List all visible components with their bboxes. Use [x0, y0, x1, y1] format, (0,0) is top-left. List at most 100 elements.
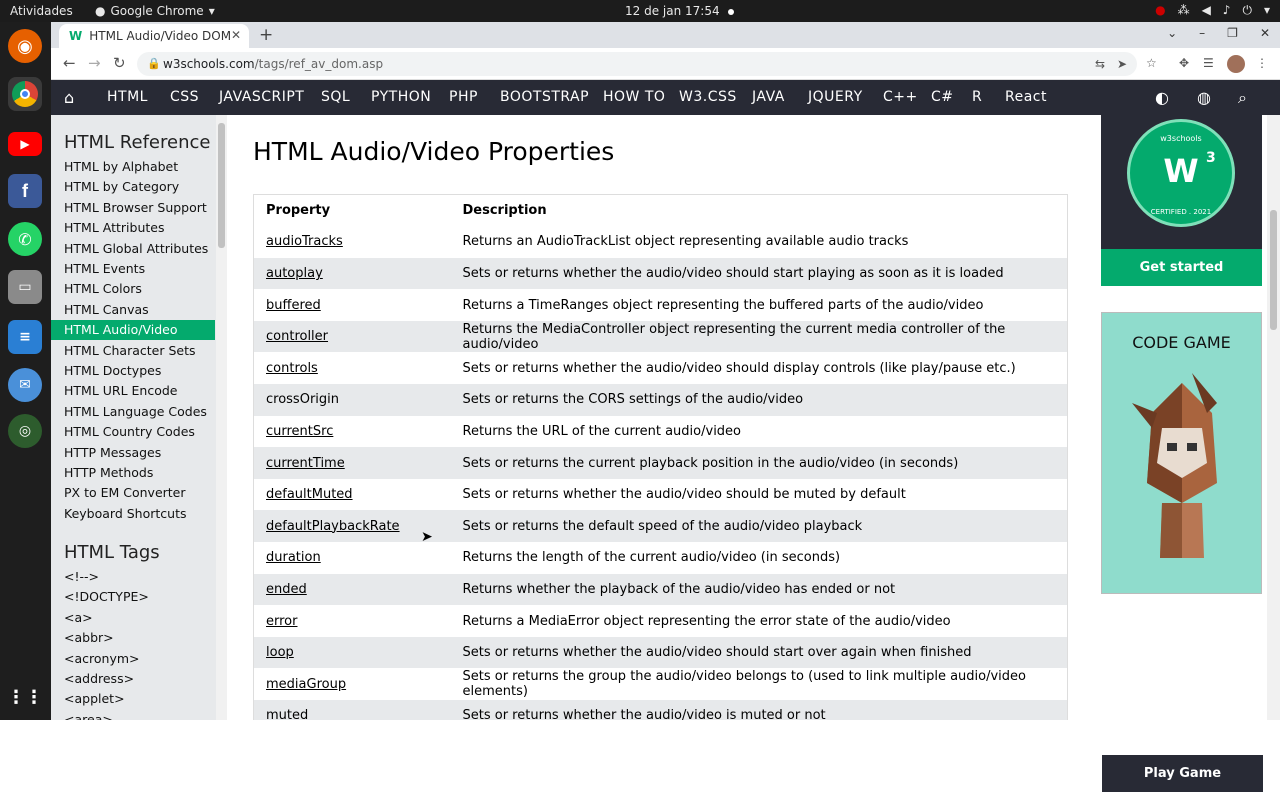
- sidebar-item[interactable]: HTML Global Attributes: [51, 239, 215, 259]
- property-link[interactable]: error: [266, 614, 297, 629]
- close-tab-icon[interactable]: ✕: [231, 28, 241, 42]
- sidebar-item[interactable]: HTML Colors: [51, 279, 215, 299]
- translate-icon[interactable]: ⇆: [1095, 52, 1105, 76]
- sidebar-item[interactable]: HTTP Messages: [51, 443, 215, 463]
- nav-cpp[interactable]: C++: [883, 80, 918, 115]
- property-link[interactable]: ended: [266, 582, 307, 597]
- sidebar-tag-item[interactable]: <!-->: [51, 567, 215, 587]
- search-icon[interactable]: ⌕: [1238, 88, 1247, 108]
- camera-icon[interactable]: ◎: [8, 414, 42, 448]
- sidebar-item[interactable]: HTML Audio/Video: [51, 320, 215, 341]
- nav-css[interactable]: CSS: [170, 80, 199, 115]
- property-link[interactable]: controls: [266, 361, 318, 376]
- property-link[interactable]: duration: [266, 550, 321, 565]
- activities-button[interactable]: Atividades: [10, 4, 73, 18]
- sidebar-item[interactable]: HTML Doctypes: [51, 361, 215, 381]
- nav-csharp[interactable]: C#: [931, 80, 954, 115]
- home-icon[interactable]: ⌂: [64, 88, 74, 107]
- profile-avatar[interactable]: [1227, 55, 1245, 73]
- document-icon[interactable]: ≡: [8, 320, 42, 354]
- play-game-button[interactable]: Play Game: [1102, 755, 1263, 792]
- nav-how-to[interactable]: HOW TO: [603, 80, 665, 115]
- app-menu[interactable]: ● Google Chrome ▾: [95, 4, 215, 18]
- minimize-button[interactable]: –: [1199, 26, 1205, 40]
- maximize-button[interactable]: ❐: [1227, 26, 1238, 40]
- youtube-icon[interactable]: ▶: [8, 132, 42, 156]
- nav-sql[interactable]: SQL: [321, 80, 350, 115]
- system-tray[interactable]: ● ⁂ ◀ ♪ ⏻ ▾: [1155, 3, 1270, 18]
- sidebar-item[interactable]: PX to EM Converter: [51, 483, 215, 503]
- close-window-button[interactable]: ✕: [1260, 26, 1270, 40]
- sidebar-tag-item[interactable]: <acronym>: [51, 649, 215, 669]
- sidebar-item[interactable]: HTML Attributes: [51, 218, 215, 238]
- tab-search-icon[interactable]: ⌄: [1167, 26, 1177, 40]
- sidebar-tag-item[interactable]: <a>: [51, 608, 215, 628]
- nav-bootstrap[interactable]: BOOTSTRAP: [500, 80, 589, 115]
- facebook-icon[interactable]: f: [8, 174, 42, 208]
- property-link[interactable]: loop: [266, 645, 294, 660]
- tab-active[interactable]: W HTML Audio/Video DOM ✕: [59, 24, 249, 48]
- sidebar-tag-item[interactable]: <!DOCTYPE>: [51, 587, 215, 607]
- property-link[interactable]: mediaGroup: [266, 677, 346, 692]
- new-tab-button[interactable]: +: [259, 25, 273, 45]
- clock[interactable]: 12 de jan 17:54: [625, 4, 734, 18]
- nav-python[interactable]: PYTHON: [371, 80, 431, 115]
- nav-php[interactable]: PHP: [449, 80, 478, 115]
- globe-icon[interactable]: ◍: [1197, 88, 1211, 107]
- property-link[interactable]: controller: [266, 329, 328, 344]
- w3schools-certified-badge[interactable]: w3schools W 3 CERTIFIED . 2021: [1127, 119, 1235, 227]
- sidebar-item[interactable]: HTML by Alphabet: [51, 157, 215, 177]
- files-icon[interactable]: ▭: [8, 270, 42, 304]
- send-icon[interactable]: ➤: [1117, 52, 1127, 76]
- nav-w3css[interactable]: W3.CSS: [679, 80, 737, 115]
- property-link[interactable]: muted: [266, 708, 308, 720]
- nav-r[interactable]: R: [972, 80, 982, 115]
- whatsapp-icon[interactable]: ✆: [8, 222, 42, 256]
- address-bar[interactable]: 🔒 w3schools.com/tags/ref_av_dom.asp ⇆ ➤: [137, 52, 1137, 76]
- sidebar-item[interactable]: Keyboard Shortcuts: [51, 504, 215, 524]
- nav-jquery[interactable]: JQUERY: [808, 80, 863, 115]
- sidebar-item[interactable]: HTML Country Codes: [51, 422, 215, 442]
- firefox-icon[interactable]: ◉: [8, 29, 42, 63]
- sidebar-item[interactable]: HTML Character Sets: [51, 341, 215, 361]
- sidebar-item[interactable]: HTML Events: [51, 259, 215, 279]
- chrome-icon[interactable]: [8, 77, 42, 111]
- nav-react[interactable]: React: [1005, 80, 1047, 115]
- code-game-panel[interactable]: CODE GAME Play Game: [1101, 312, 1263, 792]
- sidebar-item[interactable]: HTML Canvas: [51, 300, 215, 320]
- property-link[interactable]: defaultMuted: [266, 487, 353, 502]
- nav-java[interactable]: JAVA: [752, 80, 785, 115]
- sidebar-tag-item[interactable]: <area>: [51, 710, 215, 720]
- app-grid-icon[interactable]: ⋮⋮: [7, 680, 43, 714]
- back-icon[interactable]: ←: [63, 54, 76, 72]
- forward-icon[interactable]: →: [88, 54, 101, 72]
- sidebar-item[interactable]: HTML Language Codes: [51, 402, 215, 422]
- sidebar-tag-item[interactable]: <applet>: [51, 689, 215, 709]
- sidebar-item[interactable]: HTML by Category: [51, 177, 215, 197]
- property-link[interactable]: defaultPlaybackRate: [266, 519, 400, 534]
- menu-kebab-icon[interactable]: ⋮: [1256, 56, 1268, 70]
- reading-list-icon[interactable]: ☰: [1203, 56, 1214, 70]
- property-link[interactable]: buffered: [266, 298, 321, 313]
- page-scrollbar-thumb[interactable]: [1270, 210, 1277, 330]
- dark-mode-icon[interactable]: ◐: [1155, 88, 1169, 107]
- sidebar-item[interactable]: HTML Browser Support: [51, 198, 215, 218]
- bookmark-star-icon[interactable]: ☆: [1146, 56, 1157, 70]
- sidebar-tag-item[interactable]: <address>: [51, 669, 215, 689]
- property-link[interactable]: currentSrc: [266, 424, 333, 439]
- property-link[interactable]: autoplay: [266, 266, 323, 281]
- reload-icon[interactable]: ↻: [113, 54, 126, 72]
- mail-icon[interactable]: ✉: [8, 368, 42, 402]
- get-started-button[interactable]: Get started: [1101, 249, 1262, 286]
- badge-top-text: w3schools: [1160, 134, 1202, 143]
- sidebar-item[interactable]: HTTP Methods: [51, 463, 215, 483]
- extensions-icon[interactable]: ✥: [1179, 56, 1189, 70]
- property-link[interactable]: audioTracks: [266, 234, 343, 249]
- sidebar-item[interactable]: HTML URL Encode: [51, 381, 215, 401]
- sidebar-scrollbar-thumb[interactable]: [218, 123, 225, 248]
- page-scrollbar[interactable]: [1267, 115, 1280, 720]
- property-link[interactable]: currentTime: [266, 456, 345, 471]
- sidebar-tag-item[interactable]: <abbr>: [51, 628, 215, 648]
- nav-html[interactable]: HTML: [107, 80, 148, 115]
- nav-javascript[interactable]: JAVASCRIPT: [219, 80, 304, 115]
